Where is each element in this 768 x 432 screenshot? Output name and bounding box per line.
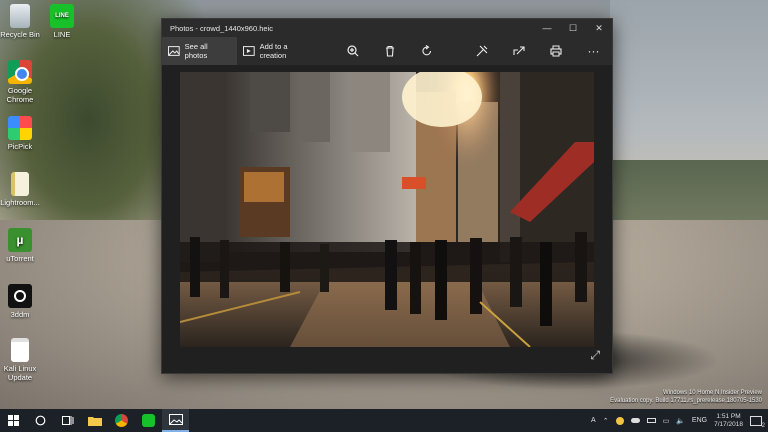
- taskbar-chrome[interactable]: [108, 409, 135, 432]
- trash-icon: [386, 45, 395, 57]
- print-button[interactable]: [538, 37, 575, 65]
- clock-date: 7/17/2018: [714, 420, 743, 428]
- desktop-icon-kali-update[interactable]: Kali Linux Update: [0, 338, 42, 382]
- picpick-icon: [8, 116, 32, 140]
- task-view-button[interactable]: [54, 409, 81, 432]
- window-title: Photos - crowd_1440x960.heic: [170, 23, 273, 33]
- action-center-button[interactable]: 2: [750, 415, 765, 429]
- utorrent-icon: µ: [8, 228, 32, 252]
- share-button[interactable]: [501, 37, 538, 65]
- clock-time: 1:51 PM: [716, 412, 741, 420]
- toolbar: See all photos Add to a creation ···: [162, 37, 612, 65]
- desktop-icon-recycle-bin[interactable]: Recycle Bin: [0, 4, 42, 39]
- zoom-button[interactable]: [335, 37, 372, 65]
- chrome-icon: [115, 414, 128, 427]
- see-all-photos-button[interactable]: See all photos: [162, 37, 237, 65]
- taskbar-photos[interactable]: [162, 409, 189, 432]
- more-options-button[interactable]: ···: [575, 37, 612, 65]
- taskbar-file-explorer[interactable]: [81, 409, 108, 432]
- volume-icon[interactable]: 🔈: [676, 417, 685, 425]
- title-bar[interactable]: Photos - crowd_1440x960.heic — ☐ ✕: [162, 19, 612, 37]
- wallpaper-sky: [610, 0, 768, 180]
- start-button[interactable]: [0, 409, 27, 432]
- watermark-line2: Evaluation copy. Build 17711.rs_prerelea…: [610, 398, 762, 404]
- battery-icon[interactable]: [646, 418, 656, 423]
- street-crowd-photo: [180, 72, 594, 347]
- folder-icon: [87, 417, 102, 426]
- see-all-photos-label: See all photos: [184, 42, 208, 60]
- recycle-bin-icon: [10, 4, 30, 28]
- clock[interactable]: 1:51 PM 7/17/2018: [714, 413, 743, 429]
- maximize-button[interactable]: ☐: [560, 19, 586, 37]
- add-creation-icon: [242, 46, 255, 56]
- system-tray: A ⌃ ▭ 🔈 ENG 1:51 PM 7/17/2018 2: [591, 409, 768, 432]
- desktop-icon-label: Google Chrome: [6, 86, 34, 104]
- line-icon: [142, 414, 155, 427]
- onedrive-icon[interactable]: [630, 418, 640, 423]
- edit-icon: [476, 45, 488, 57]
- add-to-creation-label: Add to a creation: [259, 42, 288, 60]
- photo-viewer[interactable]: ⤢: [162, 65, 612, 373]
- photos-window: Photos - crowd_1440x960.heic — ☐ ✕ See a…: [161, 18, 613, 374]
- desktop-icon-3ddm[interactable]: 3ddm: [0, 284, 42, 319]
- notification-count: 2: [761, 422, 765, 429]
- task-view-icon: [61, 416, 73, 425]
- cortana-icon: [35, 415, 46, 426]
- ime-indicator[interactable]: A: [591, 417, 596, 424]
- photos-icon: [168, 414, 183, 425]
- document-icon: [11, 338, 29, 362]
- watermark-line1: Windows 10 Home N Insider Preview: [662, 390, 762, 396]
- desktop-icon-label: Kali Linux Update: [3, 364, 37, 382]
- rotate-button[interactable]: [409, 37, 446, 65]
- desktop-icon-label: Recycle Bin: [0, 30, 40, 39]
- desktop-icon-utorrent[interactable]: µ uTorrent: [0, 228, 42, 263]
- rotate-icon: [422, 45, 432, 56]
- language-indicator[interactable]: ENG: [692, 417, 707, 424]
- camera-icon: [8, 284, 32, 308]
- windows-icon: [8, 415, 19, 426]
- print-icon: [550, 45, 562, 57]
- taskbar-line[interactable]: [135, 409, 162, 432]
- network-icon[interactable]: ▭: [663, 417, 670, 425]
- desktop-icon-label: PicPick: [7, 142, 33, 151]
- desktop-icon-label: Lightroom...: [0, 198, 40, 207]
- close-button[interactable]: ✕: [586, 19, 612, 37]
- emoji-tray-icon[interactable]: [615, 416, 624, 425]
- desktop-icon-picpick[interactable]: PicPick: [0, 116, 42, 151]
- delete-button[interactable]: [372, 37, 409, 65]
- file-icon: [11, 172, 29, 196]
- chevron-up-icon[interactable]: ⌃: [603, 417, 609, 425]
- photo-image: [180, 72, 594, 347]
- edit-create-button[interactable]: [464, 37, 501, 65]
- desktop-icon-chrome[interactable]: Google Chrome: [0, 60, 42, 104]
- photos-icon: [168, 46, 180, 56]
- desktop-icon-label: uTorrent: [6, 254, 34, 263]
- add-to-creation-button[interactable]: Add to a creation: [237, 37, 321, 65]
- taskbar: A ⌃ ▭ 🔈 ENG 1:51 PM 7/17/2018 2: [0, 409, 768, 432]
- minimize-button[interactable]: —: [534, 19, 560, 37]
- desktop-icon-label: 3ddm: [10, 310, 30, 319]
- chrome-icon: [8, 60, 32, 84]
- desktop-icon-line[interactable]: LINE LINE: [40, 4, 84, 39]
- fullscreen-icon[interactable]: ⤢: [590, 348, 600, 363]
- line-icon: LINE: [50, 4, 74, 28]
- share-icon: [513, 46, 525, 55]
- os-watermark: Windows 10 Home N Insider Preview Evalua…: [610, 389, 762, 405]
- desktop-icon-lightroom[interactable]: Lightroom...: [0, 172, 42, 207]
- search-button[interactable]: [27, 409, 54, 432]
- desktop-icon-label: LINE: [53, 30, 71, 39]
- zoom-icon: [347, 45, 359, 57]
